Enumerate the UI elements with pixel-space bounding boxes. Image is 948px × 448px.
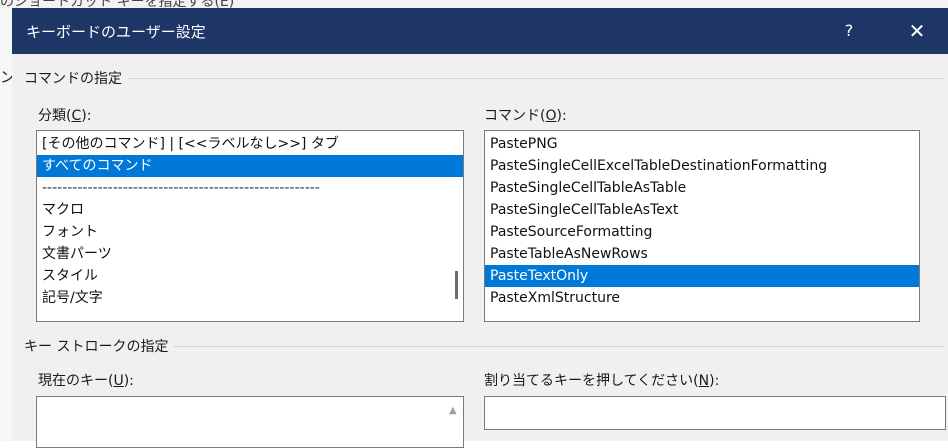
help-button[interactable]: ? [824, 13, 874, 49]
command-item-selected[interactable]: PasteTextOnly [485, 265, 919, 287]
background-window-strip: のショートカット キーを指定する(E) [0, 0, 948, 8]
category-item[interactable]: フォント [37, 221, 463, 243]
new-key-label: 割り当てるキーを押してください(N): [484, 373, 720, 389]
category-listbox[interactable]: [その他のコマンド] | [<<ラベルなし>>] タブ すべてのコマンド ---… [36, 130, 464, 322]
command-item[interactable]: PasteSourceFormatting [485, 221, 919, 243]
command-listbox[interactable]: PastePNG PasteSingleCellExcelTableDestin… [484, 130, 920, 322]
command-item[interactable]: PasteSingleCellTableAsTable [485, 177, 919, 199]
close-button[interactable]: ✕ [892, 13, 942, 49]
dialog-titlebar[interactable]: キーボードのユーザー設定 ? ✕ [12, 8, 948, 54]
category-scrollbar-thumb[interactable] [455, 271, 458, 299]
command-item[interactable]: PasteSingleCellTableAsText [485, 199, 919, 221]
category-item[interactable]: 記号/文字 [37, 287, 463, 309]
category-item[interactable]: スタイル [37, 265, 463, 287]
category-separator: ----------------------------------------… [42, 180, 320, 196]
dialog-title: キーボードのユーザー設定 [26, 23, 206, 41]
command-label: コマンド(O): [484, 108, 567, 124]
current-keys-listbox[interactable]: ▲ [36, 396, 464, 448]
command-item[interactable]: PastePNG [485, 133, 919, 155]
keystroke-group-title: キー ストロークの指定 [24, 336, 175, 356]
command-item[interactable]: PasteTableAsNewRows [485, 243, 919, 265]
category-item[interactable]: 文書パーツ [37, 243, 463, 265]
command-item[interactable]: PasteXmlStructure [485, 287, 919, 309]
current-keys-label: 現在のキー(U): [38, 373, 134, 389]
command-group-line [24, 78, 944, 79]
customize-keyboard-dialog: キーボードのユーザー設定 ? ✕ コマンドの指定 分類(C): [その他のコマン… [12, 8, 948, 448]
command-group-title: コマンドの指定 [24, 68, 128, 88]
background-hint-text: のショートカット キーを指定する(E) [0, 0, 235, 8]
scroll-up-arrow-icon[interactable]: ▲ [449, 405, 457, 416]
category-label: 分類(C): [38, 108, 92, 124]
new-shortcut-input[interactable] [484, 396, 946, 430]
category-item-selected[interactable]: すべてのコマンド [37, 155, 463, 177]
category-item[interactable]: マクロ [37, 199, 463, 221]
category-item[interactable]: [その他のコマンド] | [<<ラベルなし>>] タブ [37, 133, 463, 155]
command-item[interactable]: PasteSingleCellExcelTableDestinationForm… [485, 155, 919, 177]
